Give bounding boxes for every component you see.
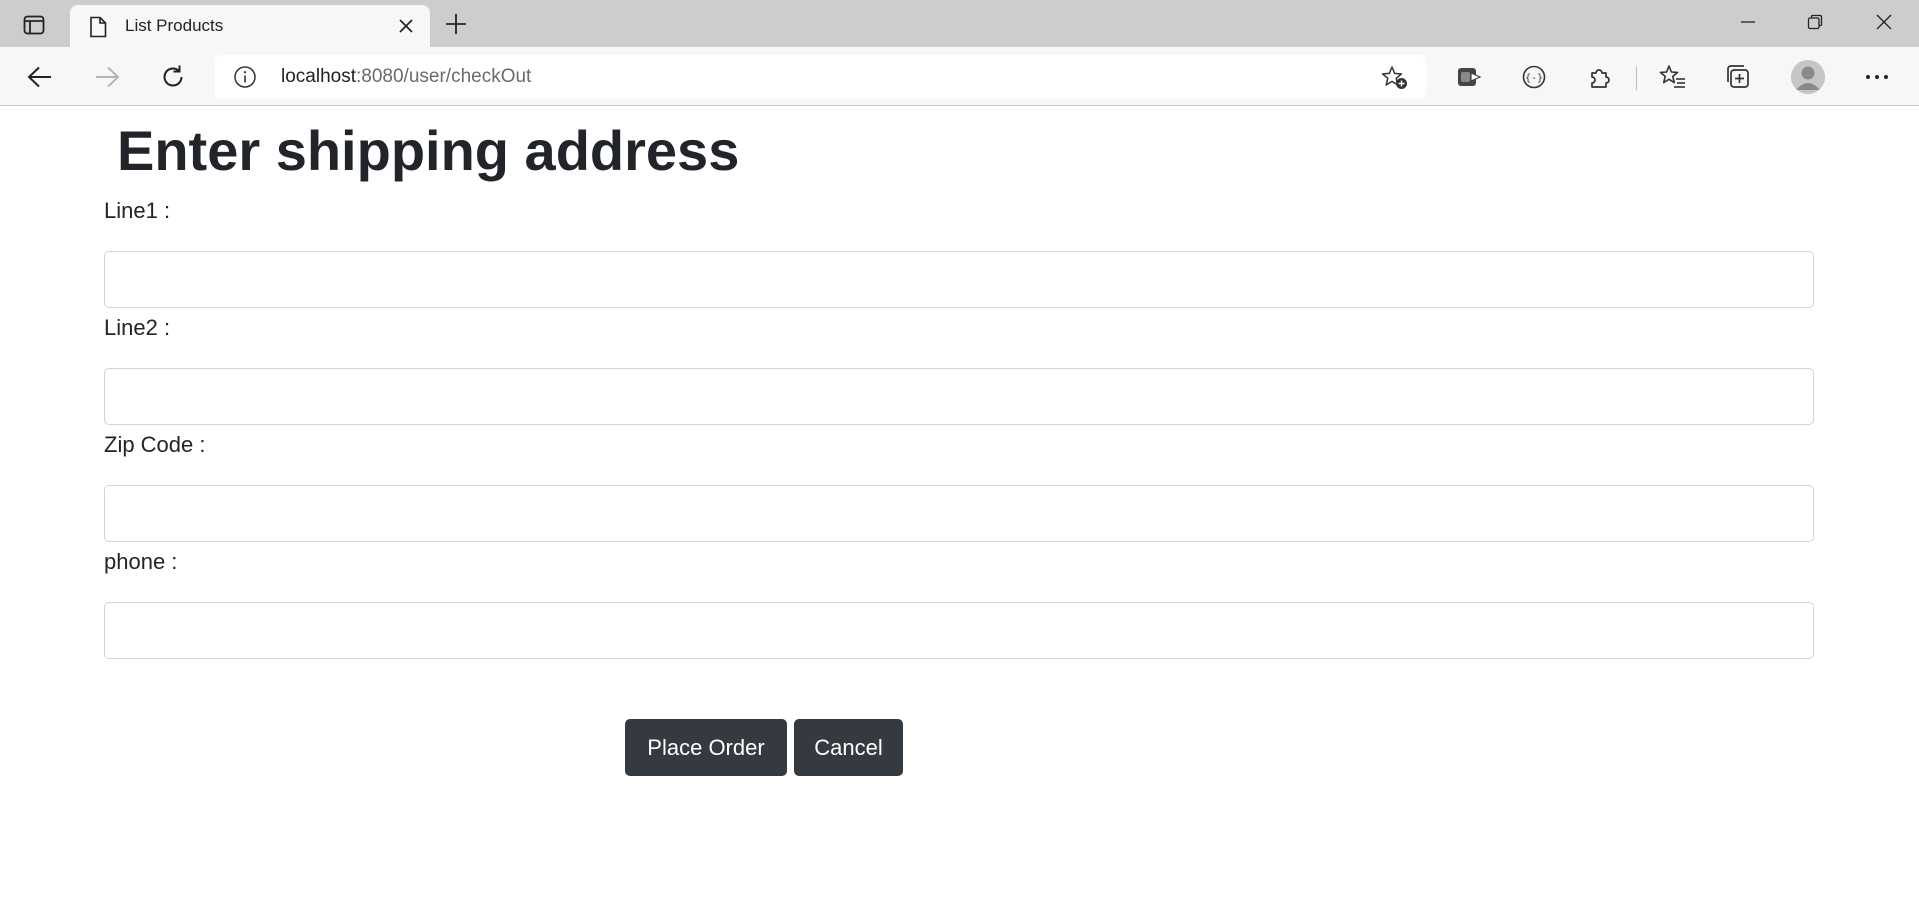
forward-button[interactable] <box>87 57 127 97</box>
puzzle-icon <box>1591 69 1610 88</box>
url-host: localhost <box>281 66 356 87</box>
star-add-icon <box>1381 66 1407 89</box>
user-icon <box>1791 60 1825 94</box>
url-text[interactable]: localhost:8080/user/checkOut <box>281 55 531 99</box>
refresh-button[interactable] <box>153 57 193 97</box>
extension-button[interactable] <box>1449 57 1489 97</box>
tab-actions-icon <box>23 15 45 35</box>
minimize-icon <box>1741 21 1755 23</box>
minimize-button[interactable] <box>1717 0 1779 44</box>
place-order-button[interactable]: Place Order <box>625 719 787 776</box>
toolbar-divider <box>1636 66 1637 90</box>
web-capture-button[interactable]: {-} <box>1514 57 1554 97</box>
arrow-right-icon <box>96 66 120 88</box>
restore-button[interactable] <box>1784 0 1846 44</box>
line1-label: Line1 : <box>104 198 171 223</box>
line2-input[interactable] <box>104 368 1814 425</box>
line1-input[interactable] <box>104 251 1814 308</box>
tab-actions-button[interactable] <box>18 12 50 38</box>
close-window-button[interactable] <box>1853 0 1915 44</box>
close-icon <box>399 19 413 33</box>
more-dots-icon <box>1866 75 1888 79</box>
new-tab-button[interactable] <box>441 9 471 39</box>
collections-button[interactable] <box>1719 57 1759 97</box>
profile-avatar[interactable] <box>1791 60 1825 94</box>
collections-icon <box>1727 65 1749 88</box>
code-braces-icon: {-} <box>1522 65 1546 89</box>
plus-icon <box>446 14 466 34</box>
phone-label: phone : <box>104 549 178 574</box>
extension-app-icon <box>1458 68 1482 86</box>
arrow-left-icon <box>27 66 51 88</box>
close-icon <box>1876 14 1892 30</box>
favorites-button[interactable] <box>1653 57 1693 97</box>
tab-close-button[interactable] <box>393 13 419 39</box>
line2-label: Line2 : <box>104 315 171 340</box>
favorites-list-icon <box>1659 65 1685 88</box>
phone-input[interactable] <box>104 602 1814 659</box>
restore-icon <box>1807 14 1823 30</box>
add-favorite-button[interactable] <box>1380 64 1410 92</box>
page-title: Enter shipping address <box>117 119 740 182</box>
extensions-button[interactable] <box>1580 57 1620 97</box>
cancel-button[interactable]: Cancel <box>794 719 903 776</box>
refresh-icon <box>163 65 183 87</box>
address-bar[interactable]: localhost:8080/user/checkOut <box>215 55 1426 99</box>
page-content: Enter shipping address Line1 : Line2 : Z… <box>0 107 1919 917</box>
url-path: :8080/user/checkOut <box>356 66 532 87</box>
zip-code-label: Zip Code : <box>104 432 206 457</box>
zip-code-input[interactable] <box>104 485 1814 542</box>
page-icon <box>88 15 108 39</box>
more-menu-button[interactable] <box>1857 57 1897 97</box>
svg-text:{-}: {-} <box>1525 73 1543 84</box>
info-icon[interactable] <box>233 65 257 89</box>
tab-title: List Products <box>125 16 224 35</box>
back-button[interactable] <box>20 57 60 97</box>
browser-toolbar: localhost:8080/user/checkOut {-} <box>0 47 1919 106</box>
browser-tab-bar: List Products <box>0 0 1919 47</box>
active-tab[interactable]: List Products <box>70 5 430 47</box>
